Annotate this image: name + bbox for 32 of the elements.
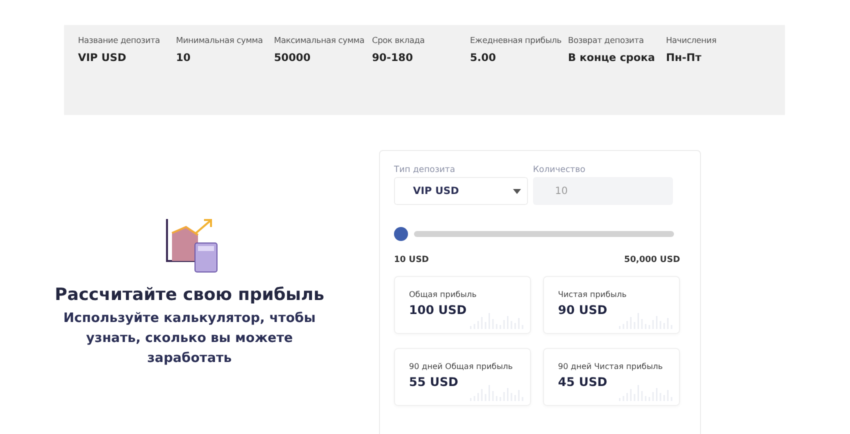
promo-title: Рассчитайте свою прибыль xyxy=(54,285,324,305)
info-label: Минимальная сумма xyxy=(176,35,264,45)
info-label: Название депозита xyxy=(78,35,161,45)
slider-min-label: 10 USD xyxy=(394,255,429,265)
promo-text: Используйте калькулятор, чтобы узнать, сколько вы можете заработать xyxy=(62,310,317,368)
info-value: 10 xyxy=(176,52,192,64)
caret-icon xyxy=(513,188,521,194)
info-value: Пн-Пт xyxy=(666,52,702,64)
info-label: Срок вклада xyxy=(372,35,426,45)
slider-max-label: 50,000 USD xyxy=(624,255,680,265)
info-value: VIP USD xyxy=(78,52,128,64)
deposit-type-select[interactable]: VIP USD xyxy=(394,177,528,205)
result-label: 90 дней Общая прибыль xyxy=(409,362,514,371)
info-value: В конце срока xyxy=(568,52,656,64)
info-label: Максимальная сумма xyxy=(274,35,366,45)
info-value: 50000 xyxy=(274,52,312,64)
field-label: Количество xyxy=(533,165,586,175)
info-value: 90-180 xyxy=(372,52,414,64)
result-label: Общая прибыль xyxy=(409,290,478,299)
field-label: Тип депозита xyxy=(394,165,456,175)
result-value: 90 USD xyxy=(558,303,608,317)
result-value: 100 USD xyxy=(409,303,468,317)
result-value: 55 USD xyxy=(409,375,460,389)
slider-thumb[interactable] xyxy=(394,227,408,241)
result-label: Чистая прибыль xyxy=(558,290,628,299)
info-value: 5.00 xyxy=(470,52,497,64)
info-label: Возврат депозита xyxy=(568,35,645,45)
result-value: 45 USD xyxy=(558,375,608,389)
info-label: Ежедневная прибыль xyxy=(470,35,562,45)
amount-field[interactable]: 10 xyxy=(533,177,673,205)
result-label: 90 дней Чистая прибыль xyxy=(558,362,664,371)
info-label: Начисления xyxy=(666,35,718,45)
